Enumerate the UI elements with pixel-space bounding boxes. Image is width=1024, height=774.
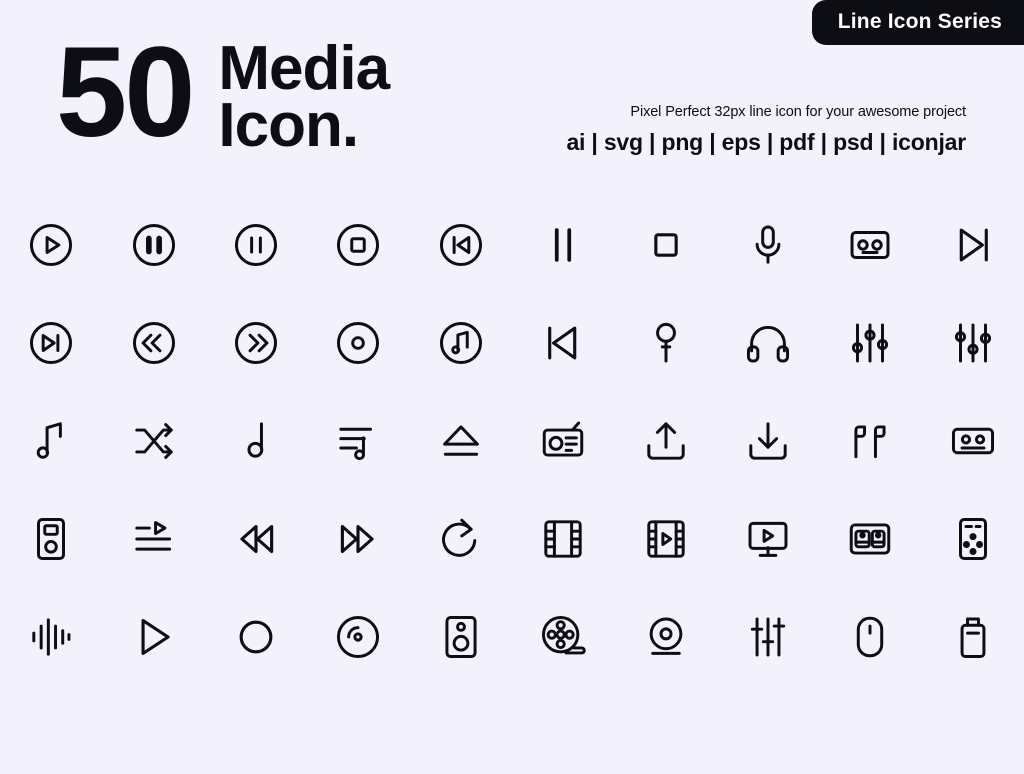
eject-icon: [429, 409, 493, 473]
download-icon: [736, 409, 800, 473]
radio-icon: [531, 409, 595, 473]
pause-circle-icon: [224, 213, 288, 277]
page-title-line1: Media: [218, 34, 390, 103]
video-play-film-icon: [634, 507, 698, 571]
eighth-note-icon: [224, 409, 288, 473]
stop-circle-icon: [326, 213, 390, 277]
pause-circle-filled-icon: [122, 213, 186, 277]
cassette-tape-icon: [838, 213, 902, 277]
record-disc-circle-icon: [326, 311, 390, 375]
shuffle-icon: [122, 409, 186, 473]
pause-icon: [531, 213, 595, 277]
record-circle-icon: [224, 605, 288, 669]
equalizer-sliders-alt-icon: [941, 311, 1005, 375]
mixer-sliders-icon: [736, 605, 800, 669]
page-header: 50 Media Icon. Pixel Perfect 32px line i…: [0, 0, 1024, 190]
play-triangle-icon: [122, 605, 186, 669]
equalizer-sliders-icon: [838, 311, 902, 375]
playlist-play-icon: [122, 507, 186, 571]
page-title-line2: Icon.: [218, 91, 359, 161]
header-info: Pixel Perfect 32px line icon for your aw…: [566, 104, 966, 156]
fast-forward-double-circle-icon: [224, 311, 288, 375]
video-add-icon: [736, 507, 800, 571]
headphones-icon: [736, 311, 800, 375]
boombox-icon: [838, 507, 902, 571]
microphone-icon: [736, 213, 800, 277]
music-note-icon: [19, 409, 83, 473]
music-note-circle-icon: [429, 311, 493, 375]
skip-forward-icon: [941, 213, 1005, 277]
play-circle-icon: [19, 213, 83, 277]
usb-flash-drive-icon: [941, 605, 1005, 669]
sound-wave-icon: [19, 605, 83, 669]
stop-square-icon: [634, 213, 698, 277]
film-reel-icon: [531, 605, 595, 669]
tape-reel-icon: [941, 409, 1005, 473]
rewind-circle-icon: [429, 213, 493, 277]
next-track-circle-icon: [19, 311, 83, 375]
computer-mouse-icon: [838, 605, 902, 669]
file-formats: ai | svg | png | eps | pdf | psd | iconj…: [566, 129, 966, 155]
icon-count: 50: [56, 21, 195, 164]
rewind-icon: [224, 507, 288, 571]
icon-grid: [0, 196, 1024, 686]
repeat-refresh-icon: [429, 507, 493, 571]
tagline: Pixel Perfect 32px line icon for your aw…: [630, 104, 966, 120]
webcam-icon: [634, 605, 698, 669]
title-block: 50 Media Icon.: [56, 21, 390, 164]
page-title: Media Icon.: [218, 34, 390, 161]
upload-icon: [634, 409, 698, 473]
compact-disc-icon: [326, 605, 390, 669]
film-strip-icon: [531, 507, 595, 571]
mp3-player-icon: [19, 507, 83, 571]
fast-forward-icon: [326, 507, 390, 571]
rewind-double-circle-icon: [122, 311, 186, 375]
previous-track-icon: [531, 311, 595, 375]
speaker-icon: [429, 605, 493, 669]
handheld-microphone-icon: [634, 311, 698, 375]
playlist-music-icon: [326, 409, 390, 473]
earbuds-icon: [838, 409, 902, 473]
remote-control-icon: [941, 507, 1005, 571]
